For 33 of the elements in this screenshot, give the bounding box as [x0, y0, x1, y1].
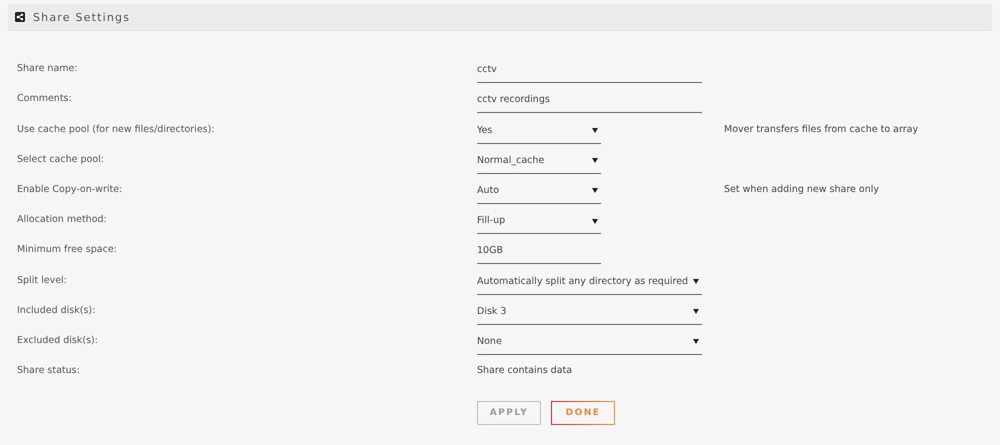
dropdown[interactable]: Disk 3	[477, 306, 702, 325]
field-label: Included disk(s):	[16, 304, 96, 318]
caret-icon	[592, 127, 598, 134]
share-icon	[15, 12, 25, 22]
dropdown[interactable]: Yes	[477, 124, 601, 144]
input-field[interactable]: 10GB	[477, 245, 601, 264]
status-text: Share contains data	[477, 365, 574, 378]
field-label: Minimum free space:	[16, 244, 118, 258]
field-label: Split level:	[16, 274, 68, 288]
field-label: Share name:	[16, 63, 79, 76]
caret-icon	[693, 308, 699, 314]
help-text: Set when adding new share only	[724, 184, 879, 197]
help-text: Mover transfers files from cache to array	[724, 124, 918, 137]
caret-icon	[592, 187, 598, 194]
caret-icon	[592, 157, 598, 164]
panel-title: Share Settings	[33, 10, 130, 24]
dropdown[interactable]: Normal_cache	[477, 154, 601, 174]
input-field[interactable]: cctv recordings	[477, 94, 702, 114]
caret-icon	[693, 338, 699, 344]
field-label: Allocation method:	[16, 214, 108, 228]
caret-icon	[592, 218, 598, 224]
field-label: Enable Copy-on-write:	[16, 184, 124, 197]
dropdown[interactable]: None	[477, 336, 702, 355]
field-label: Excluded disk(s):	[16, 334, 99, 348]
input-field[interactable]: cctv	[477, 64, 702, 84]
dropdown[interactable]: Auto	[477, 184, 601, 204]
field-label: Use cache pool (for new files/directories):	[16, 124, 216, 137]
field-label: Select cache pool:	[16, 154, 105, 167]
field-label: Share status:	[16, 365, 81, 378]
dropdown[interactable]: Fill-up	[477, 215, 601, 234]
caret-icon	[693, 278, 699, 284]
dropdown[interactable]: Automatically split any directory as required	[477, 276, 702, 294]
field-label: Comments:	[16, 93, 73, 106]
